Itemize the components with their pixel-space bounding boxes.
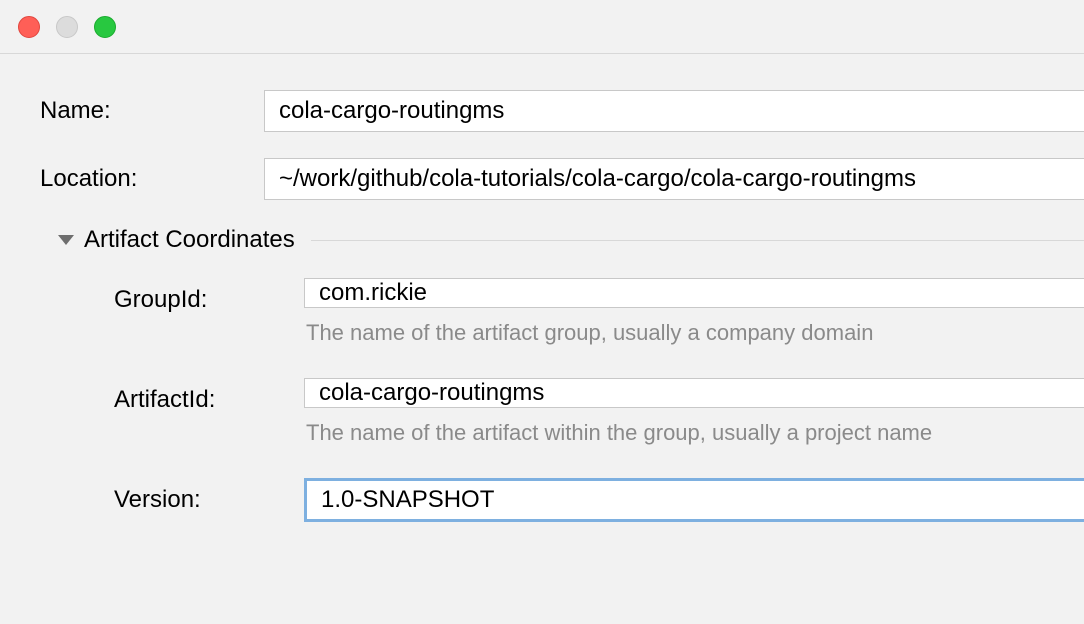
groupid-row: GroupId: The name of the artifact group,… <box>40 278 1084 370</box>
artifactid-input[interactable] <box>304 378 1084 408</box>
groupid-hint: The name of the artifact group, usually … <box>304 320 1084 346</box>
groupid-input[interactable] <box>304 278 1084 308</box>
minimize-window-icon[interactable] <box>56 16 78 38</box>
artifactid-row: ArtifactId: The name of the artifact wit… <box>40 378 1084 470</box>
location-input[interactable] <box>264 158 1084 200</box>
location-row: Location: <box>40 158 1084 200</box>
version-row: Version: <box>40 478 1084 522</box>
groupid-label: GroupId: <box>40 278 304 314</box>
version-label: Version: <box>40 486 304 514</box>
close-window-icon[interactable] <box>18 16 40 38</box>
form-content: Name: Location: Artifact Coordinates Gro… <box>0 54 1084 522</box>
traffic-lights <box>18 16 116 38</box>
name-input[interactable] <box>264 90 1084 132</box>
artifactid-input-wrap: The name of the artifact within the grou… <box>304 378 1084 470</box>
version-input[interactable] <box>304 478 1084 522</box>
artifactid-hint: The name of the artifact within the grou… <box>304 420 1084 446</box>
name-label: Name: <box>40 97 264 125</box>
maximize-window-icon[interactable] <box>94 16 116 38</box>
section-divider <box>311 240 1084 241</box>
artifactid-label: ArtifactId: <box>40 378 304 414</box>
groupid-input-wrap: The name of the artifact group, usually … <box>304 278 1084 370</box>
artifact-coordinates-header[interactable]: Artifact Coordinates <box>58 226 1084 254</box>
window-titlebar <box>0 0 1084 54</box>
chevron-down-icon <box>58 235 74 245</box>
location-label: Location: <box>40 165 264 193</box>
name-row: Name: <box>40 90 1084 132</box>
section-title: Artifact Coordinates <box>84 226 295 254</box>
